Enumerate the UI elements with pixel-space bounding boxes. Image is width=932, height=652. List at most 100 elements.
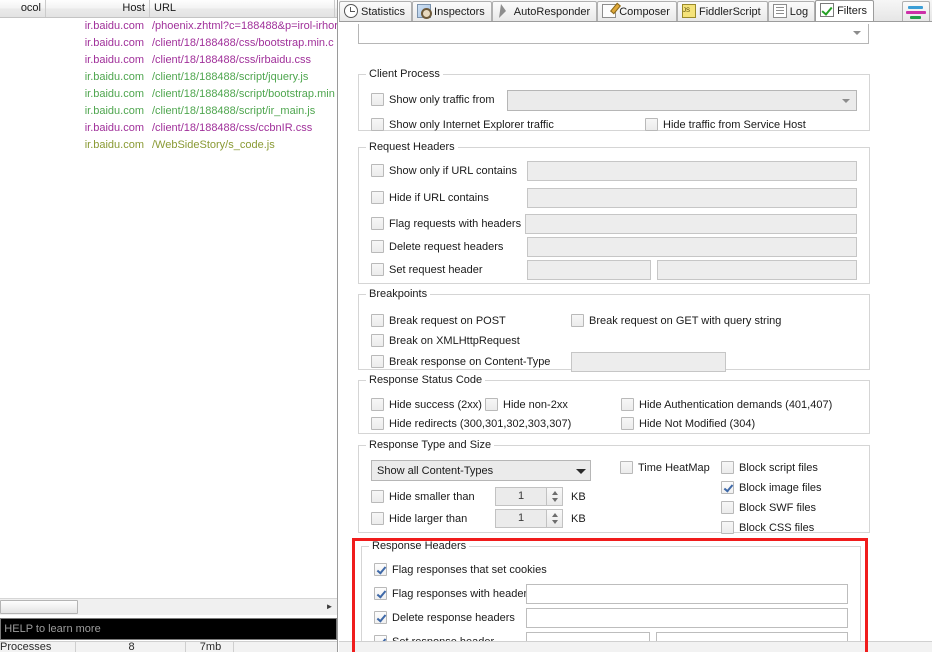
group-request-headers: Request Headers Show only if URL contain… <box>358 147 870 284</box>
combobox-content-types[interactable]: Show all Content-Types <box>371 460 591 481</box>
table-row[interactable]: P ir.baidu.com /client/18/188488/css/ccb… <box>0 120 337 137</box>
input-break-response-on-content-type[interactable] <box>571 352 726 372</box>
script-js-icon <box>682 4 696 18</box>
label-show-only-ie-traffic: Show only Internet Explorer traffic <box>389 118 554 132</box>
tab-autoresponder[interactable]: AutoResponder <box>492 1 597 22</box>
label-hide-smaller-than: Hide smaller than <box>389 490 475 504</box>
checkbox-time-heatmap[interactable] <box>620 461 633 474</box>
chevron-down-icon[interactable] <box>571 461 588 480</box>
tab-log[interactable]: Log <box>768 1 815 22</box>
timeline-bar-3 <box>910 16 921 19</box>
column-header-host[interactable]: Host <box>46 0 150 17</box>
input-hide-if-url-contains[interactable] <box>527 188 857 208</box>
label-block-css-files: Block CSS files <box>739 521 814 535</box>
checkbox-block-script-files[interactable] <box>721 461 734 474</box>
cell-host: ir.baidu.com <box>46 137 148 154</box>
table-row[interactable]: P ir.baidu.com /client/18/188488/script/… <box>0 69 337 86</box>
cell-host: ir.baidu.com <box>46 18 148 35</box>
tab-label: Inspectors <box>434 6 485 18</box>
tab-strip: Statistics Inspectors AutoResponder Comp… <box>339 0 932 22</box>
scrolled-combobox-partial[interactable] <box>358 24 869 44</box>
checkbox-hide-not-modified[interactable] <box>621 417 634 430</box>
checkbox-show-only-ie-traffic[interactable] <box>371 118 384 131</box>
stepper-buttons[interactable] <box>546 510 562 527</box>
table-row[interactable]: P ir.baidu.com /client/18/188488/script/… <box>0 103 337 120</box>
checkbox-hide-larger-than[interactable] <box>371 512 384 525</box>
tab-label: Log <box>790 6 808 18</box>
cell-url: /phoenix.zhtml?c=188488&p=irol-irhor <box>152 18 337 35</box>
chevron-down-icon[interactable] <box>849 24 865 41</box>
checkbox-hide-service-host[interactable] <box>645 118 658 131</box>
table-row[interactable]: P ir.baidu.com /WebSideStory/s_code.js <box>0 137 337 154</box>
tab-label: Statistics <box>361 6 405 18</box>
checkbox-flag-responses-with-headers[interactable] <box>374 587 387 600</box>
input-delete-request-headers[interactable] <box>527 237 857 257</box>
group-response-type-and-size: Response Type and Size Show all Content-… <box>358 445 870 533</box>
tab-fiddlerscript[interactable]: FiddlerScript <box>677 1 768 22</box>
stepper-hide-larger-than[interactable]: 1 <box>495 509 563 528</box>
checkbox-block-css-files[interactable] <box>721 521 734 534</box>
tab-filters[interactable]: Filters <box>815 0 874 22</box>
input-set-request-header-name[interactable] <box>527 260 651 280</box>
combobox-process-select[interactable] <box>507 90 857 111</box>
tab-composer[interactable]: Composer <box>597 1 677 22</box>
chevron-down-icon[interactable] <box>837 91 854 110</box>
group-title: Client Process <box>366 68 443 80</box>
stepper-buttons[interactable] <box>546 488 562 505</box>
checkbox-hide-smaller-than[interactable] <box>371 490 384 503</box>
checkbox-hide-success-2xx[interactable] <box>371 398 384 411</box>
scrollbar-thumb[interactable] <box>0 600 78 614</box>
checkbox-break-request-on-post[interactable] <box>371 314 384 327</box>
checkbox-delete-request-headers[interactable] <box>371 240 384 253</box>
table-row[interactable]: P ir.baidu.com /client/18/188488/script/… <box>0 86 337 103</box>
checkbox-break-response-on-content-type[interactable] <box>371 355 384 368</box>
tab-inspectors[interactable]: Inspectors <box>412 1 492 22</box>
checkbox-set-request-header[interactable] <box>371 263 384 276</box>
checkbox-show-only-if-url-contains[interactable] <box>371 164 384 177</box>
group-response-status-code: Response Status Code Hide success (2xx) … <box>358 380 870 434</box>
checkbox-flag-requests-with-headers[interactable] <box>371 217 384 230</box>
checkbox-delete-response-headers[interactable] <box>374 611 387 624</box>
checkbox-block-swf-files[interactable] <box>721 501 734 514</box>
scroll-right-arrow-icon[interactable]: ► <box>322 600 337 614</box>
table-row[interactable]: P ir.baidu.com /phoenix.zhtml?c=188488&p… <box>0 18 337 35</box>
fiddler-window: ocol Host URL P ir.baidu.com /phoenix.zh… <box>0 0 932 652</box>
checkbox-hide-non-2xx[interactable] <box>485 398 498 411</box>
column-header-protocol[interactable]: ocol <box>0 0 46 17</box>
group-title: Response Headers <box>369 540 469 552</box>
bottom-segment-processes[interactable]: Processes <box>0 642 76 652</box>
bottom-segment-count: 8 <box>76 642 186 652</box>
checkbox-hide-redirects[interactable] <box>371 417 384 430</box>
cell-host: ir.baidu.com <box>46 35 148 52</box>
tab-timeline[interactable] <box>902 1 930 21</box>
cell-host: ir.baidu.com <box>46 120 148 137</box>
input-flag-responses-with-headers[interactable] <box>526 584 848 604</box>
checkbox-flag-responses-set-cookies[interactable] <box>374 563 387 576</box>
checkbox-break-request-on-get-query[interactable] <box>571 314 584 327</box>
checkbox-hide-if-url-contains[interactable] <box>371 191 384 204</box>
input-flag-requests-with-headers[interactable] <box>525 214 857 234</box>
tab-label: FiddlerScript <box>699 6 761 18</box>
table-row[interactable]: P ir.baidu.com /client/18/188488/css/irb… <box>0 52 337 69</box>
cell-host: ir.baidu.com <box>46 86 148 103</box>
input-set-request-header-value[interactable] <box>657 260 857 280</box>
session-list-horizontal-scrollbar[interactable]: ► <box>0 598 337 615</box>
checkbox-block-image-files[interactable] <box>721 481 734 494</box>
label-flag-requests-with-headers: Flag requests with headers <box>389 217 521 231</box>
input-delete-response-headers[interactable] <box>526 608 848 628</box>
column-header-url[interactable]: URL <box>150 0 335 17</box>
checkbox-show-only-traffic-from[interactable] <box>371 93 384 106</box>
cell-url: /WebSideStory/s_code.js <box>152 137 337 154</box>
stepper-hide-smaller-than[interactable]: 1 <box>495 487 563 506</box>
tab-statistics[interactable]: Statistics <box>339 1 412 22</box>
checkbox-break-on-xmlhttprequest[interactable] <box>371 334 384 347</box>
status-bar: pe HELP to learn more <box>0 618 337 640</box>
input-show-only-if-url-contains[interactable] <box>527 161 857 181</box>
checkbox-hide-auth-demands[interactable] <box>621 398 634 411</box>
clock-icon <box>344 4 358 18</box>
label-block-image-files: Block image files <box>739 481 822 495</box>
session-grid-body[interactable]: P ir.baidu.com /phoenix.zhtml?c=188488&p… <box>0 18 337 598</box>
unit-kb-larger: KB <box>571 512 586 526</box>
table-row[interactable]: P ir.baidu.com /client/18/188488/css/boo… <box>0 35 337 52</box>
timeline-bar-2 <box>906 11 926 14</box>
